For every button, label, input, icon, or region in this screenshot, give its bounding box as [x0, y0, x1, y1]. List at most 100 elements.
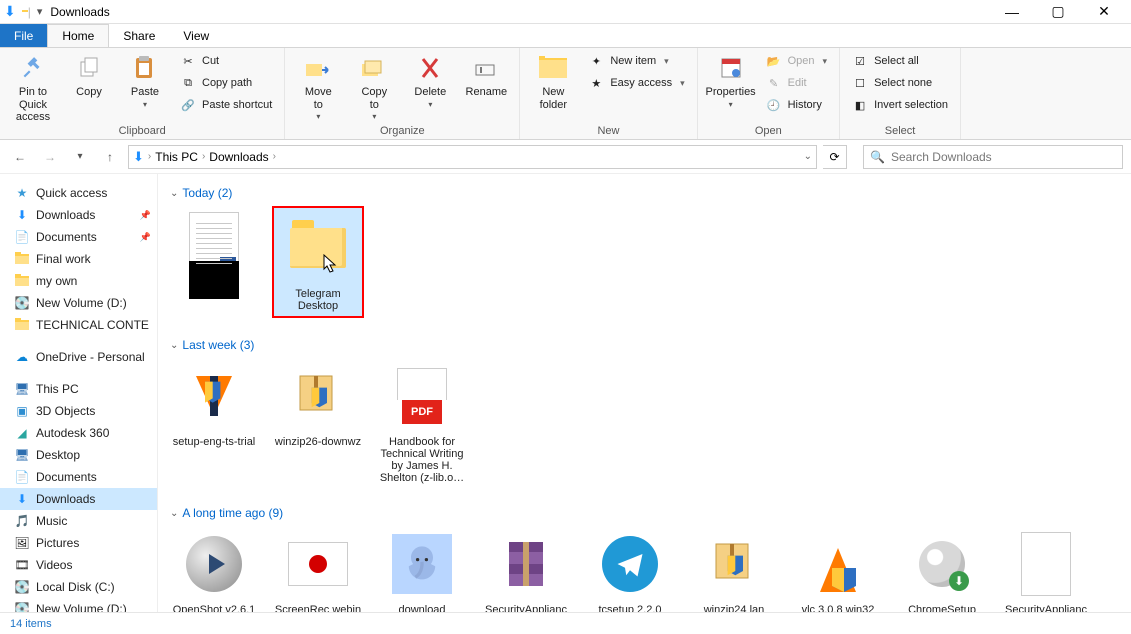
- back-button[interactable]: ←: [8, 145, 32, 169]
- sidebar-item-documents-q[interactable]: 📄Documents📌: [0, 226, 157, 248]
- new-item-icon: ✦: [588, 53, 604, 69]
- group-open-label: Open: [706, 125, 831, 139]
- sidebar-item-videos[interactable]: 🎞Videos: [0, 554, 157, 576]
- sidebar-item-localc[interactable]: 💽Local Disk (C:): [0, 576, 157, 598]
- documents-icon: 📄: [14, 229, 30, 245]
- forward-button[interactable]: →: [38, 145, 62, 169]
- delete-button[interactable]: Delete▾: [405, 50, 455, 109]
- paste-button[interactable]: Paste▾: [120, 50, 170, 109]
- tab-file[interactable]: File: [0, 24, 47, 47]
- sidebar-item-pictures[interactable]: 🖼Pictures: [0, 532, 157, 554]
- sidebar-this-pc[interactable]: 🖥This PC: [0, 378, 157, 400]
- folder-icon: [14, 251, 30, 267]
- rename-button[interactable]: Rename: [461, 50, 511, 99]
- file-thumb: ⬇: [906, 528, 978, 600]
- paste-shortcut-icon: 🔗: [180, 97, 196, 113]
- group-header-today[interactable]: ⌄Today (2): [170, 186, 1119, 200]
- addr-folder-icon: ⬇: [133, 149, 144, 165]
- move-to-button[interactable]: Move to▾: [293, 50, 343, 121]
- file-item[interactable]: tcsetup 2.2.0: [586, 528, 674, 612]
- tab-home[interactable]: Home: [47, 24, 109, 47]
- address-bar[interactable]: ⬇ › This PC › Downloads › ⌄: [128, 145, 817, 169]
- edit-button[interactable]: ✎Edit: [762, 72, 831, 94]
- cut-button[interactable]: ✂Cut: [176, 50, 276, 72]
- file-label: vlc 3.0.8 win32: [802, 604, 875, 612]
- cut-icon: ✂: [180, 53, 196, 69]
- history-button[interactable]: 🕘History: [762, 94, 831, 116]
- crumb-downloads[interactable]: Downloads: [209, 150, 268, 164]
- qat-divider: |: [28, 5, 31, 19]
- tab-share[interactable]: Share: [109, 24, 169, 47]
- sidebar-item-newvol-q[interactable]: 💽New Volume (D:): [0, 292, 157, 314]
- qat-overflow[interactable]: ▾: [37, 5, 43, 18]
- tab-view[interactable]: View: [169, 24, 223, 47]
- file-item[interactable]: winzip26-downwz: [274, 360, 362, 484]
- properties-icon: [715, 52, 747, 84]
- sidebar-item-downloads-q[interactable]: ⬇Downloads📌: [0, 204, 157, 226]
- refresh-button[interactable]: ⟳: [823, 145, 847, 169]
- file-item[interactable]: SecurityApplianc: [482, 528, 570, 612]
- file-item[interactable]: winzip24 lan: [690, 528, 778, 612]
- group-new: New folder ✦New item▾ ★Easy access▾ New: [520, 48, 697, 139]
- sidebar-item-newvol[interactable]: 💽New Volume (D:): [0, 598, 157, 612]
- group-organize: Move to▾ Copy to▾ Delete▾ Rename Organiz…: [285, 48, 520, 139]
- desktop-icon: 🖥: [14, 447, 30, 463]
- file-item[interactable]: W: [170, 208, 258, 316]
- file-item[interactable]: ⬇ChromeSetup: [898, 528, 986, 612]
- pin-to-quick-access-button[interactable]: Pin to Quick access: [8, 50, 58, 124]
- copy-path-button[interactable]: ⧉Copy path: [176, 72, 276, 94]
- paste-shortcut-button[interactable]: 🔗Paste shortcut: [176, 94, 276, 116]
- addr-dropdown-icon[interactable]: ⌄: [804, 151, 812, 162]
- easy-access-button[interactable]: ★Easy access▾: [584, 72, 688, 94]
- down-arrow-icon[interactable]: ⬇: [4, 3, 16, 20]
- file-item[interactable]: Telegram Desktop: [274, 208, 362, 316]
- open-button[interactable]: 📂Open▾: [762, 50, 831, 72]
- sidebar-item-documents[interactable]: 📄Documents: [0, 466, 157, 488]
- up-button[interactable]: ↑: [98, 145, 122, 169]
- file-item[interactable]: vlc 3.0.8 win32: [794, 528, 882, 612]
- file-item[interactable]: OpenShot v2.6.1: [170, 528, 258, 612]
- sidebar-item-downloads[interactable]: ⬇Downloads: [0, 488, 157, 510]
- file-label: winzip26-downwz: [275, 436, 361, 448]
- close-button[interactable]: ✕: [1081, 0, 1127, 24]
- minimize-button[interactable]: —: [989, 0, 1035, 24]
- content-area: ⌄Today (2) WTelegram Desktop ⌄Last week …: [158, 174, 1131, 612]
- file-label: ScreenRec webin: [275, 604, 361, 612]
- folder-icon: [14, 317, 30, 333]
- sidebar-item-finalwork[interactable]: Final work: [0, 248, 157, 270]
- sidebar-item-technical[interactable]: TECHNICAL CONTE: [0, 314, 157, 336]
- crumb-this-pc[interactable]: This PC: [155, 150, 198, 164]
- group-header-lastweek[interactable]: ⌄Last week (3): [170, 338, 1119, 352]
- pictures-icon: 🖼: [14, 535, 30, 551]
- sidebar-onedrive[interactable]: ☁OneDrive - Personal: [0, 346, 157, 368]
- group-select-label: Select: [848, 125, 952, 139]
- recent-button[interactable]: ▾: [68, 145, 92, 169]
- new-folder-button[interactable]: New folder: [528, 50, 578, 111]
- group-clipboard-label: Clipboard: [8, 125, 276, 139]
- drive-icon: 💽: [14, 579, 30, 595]
- select-all-button[interactable]: ☑Select all: [848, 50, 952, 72]
- sidebar-item-3dobjects[interactable]: ▣3D Objects: [0, 400, 157, 422]
- file-item[interactable]: setup-eng-ts-trial: [170, 360, 258, 484]
- copy-to-button[interactable]: Copy to▾: [349, 50, 399, 121]
- file-item[interactable]: SecurityApplianc: [1002, 528, 1090, 612]
- search-box[interactable]: 🔍 Search Downloads: [863, 145, 1123, 169]
- file-item[interactable]: PDFHandbook for Technical Writing by Jam…: [378, 360, 466, 484]
- group-header-longago[interactable]: ⌄A long time ago (9): [170, 506, 1119, 520]
- properties-button[interactable]: Properties▾: [706, 50, 756, 109]
- select-none-button[interactable]: ☐Select none: [848, 72, 952, 94]
- documents-icon: 📄: [14, 469, 30, 485]
- sidebar-quick-access[interactable]: ★Quick access: [0, 182, 157, 204]
- sidebar-item-autodesk[interactable]: ◢Autodesk 360: [0, 422, 157, 444]
- open-icon: 📂: [766, 53, 782, 69]
- copy-button[interactable]: Copy: [64, 50, 114, 99]
- file-item[interactable]: download: [378, 528, 466, 612]
- invert-selection-button[interactable]: ◧Invert selection: [848, 94, 952, 116]
- sidebar-item-desktop[interactable]: 🖥Desktop: [0, 444, 157, 466]
- maximize-button[interactable]: ▢: [1035, 0, 1081, 24]
- music-icon: 🎵: [14, 513, 30, 529]
- sidebar-item-music[interactable]: 🎵Music: [0, 510, 157, 532]
- new-item-button[interactable]: ✦New item▾: [584, 50, 688, 72]
- file-item[interactable]: ScreenRec webin: [274, 528, 362, 612]
- sidebar-item-myown[interactable]: my own: [0, 270, 157, 292]
